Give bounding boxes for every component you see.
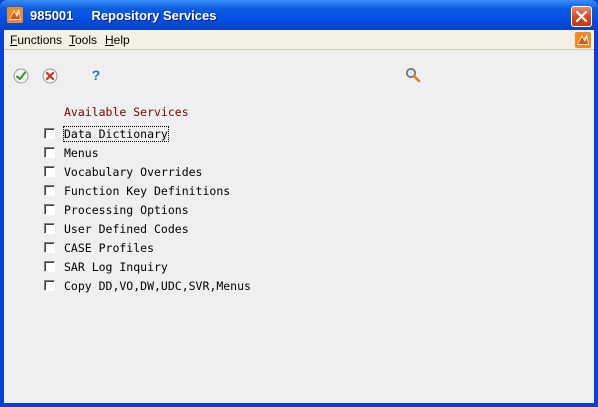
service-label[interactable]: User Defined Codes xyxy=(64,222,189,236)
menu-tools[interactable]: Tools xyxy=(69,33,97,47)
service-label[interactable]: Menus xyxy=(64,146,99,160)
find-magnifier-icon[interactable] xyxy=(405,67,421,83)
ok-checkmark-icon[interactable] xyxy=(13,68,29,84)
service-checkbox[interactable] xyxy=(44,223,55,234)
svg-text:?: ? xyxy=(92,67,101,83)
service-row-case-profiles[interactable]: CASE Profiles xyxy=(44,240,344,256)
service-row-user-defined-codes[interactable]: User Defined Codes xyxy=(44,221,344,237)
service-row-vocabulary-overrides[interactable]: Vocabulary Overrides xyxy=(44,164,344,180)
title-bar[interactable]: 985001 Repository Services xyxy=(0,0,598,30)
service-label[interactable]: CASE Profiles xyxy=(64,241,154,255)
app-logo-icon xyxy=(7,7,23,23)
help-question-icon[interactable]: ? xyxy=(88,67,104,83)
menu-help[interactable]: Help xyxy=(105,33,130,47)
app-logo-icon xyxy=(575,32,591,48)
service-row-sar-log-inquiry[interactable]: SAR Log Inquiry xyxy=(44,259,344,275)
service-checkbox[interactable] xyxy=(44,280,55,291)
service-row-data-dictionary[interactable]: Data Dictionary xyxy=(44,126,344,142)
available-services-heading: Available Services xyxy=(64,105,189,119)
close-button[interactable] xyxy=(571,6,592,27)
service-row-function-key-definitions[interactable]: Function Key Definitions xyxy=(44,183,344,199)
window-title: 985001 Repository Services xyxy=(30,8,217,23)
cancel-x-icon[interactable] xyxy=(42,68,58,84)
service-checkbox[interactable] xyxy=(44,128,55,139)
application-window: 985001 Repository Services Functions Too… xyxy=(0,0,598,407)
form-body: Functions Tools Help ? Available Service… xyxy=(4,30,594,403)
menu-functions[interactable]: Functions xyxy=(10,33,62,47)
service-label[interactable]: Function Key Definitions xyxy=(64,184,230,198)
service-checkbox[interactable] xyxy=(44,185,55,196)
service-row-processing-options[interactable]: Processing Options xyxy=(44,202,344,218)
service-row-menus[interactable]: Menus xyxy=(44,145,344,161)
service-checkbox[interactable] xyxy=(44,242,55,253)
close-icon xyxy=(575,10,588,23)
service-label[interactable]: SAR Log Inquiry xyxy=(64,260,168,274)
service-checkbox[interactable] xyxy=(44,204,55,215)
service-row-copy-dd-vo-dw-udc-svr-menus[interactable]: Copy DD,VO,DW,UDC,SVR,Menus xyxy=(44,278,344,294)
service-label[interactable]: Copy DD,VO,DW,UDC,SVR,Menus xyxy=(64,279,251,293)
service-label[interactable]: Processing Options xyxy=(64,203,189,217)
service-checkbox[interactable] xyxy=(44,166,55,177)
service-label[interactable]: Vocabulary Overrides xyxy=(64,165,202,179)
menu-bar: Functions Tools Help xyxy=(4,30,594,50)
service-checkbox[interactable] xyxy=(44,147,55,158)
service-label[interactable]: Data Dictionary xyxy=(63,126,169,142)
service-checkbox[interactable] xyxy=(44,261,55,272)
